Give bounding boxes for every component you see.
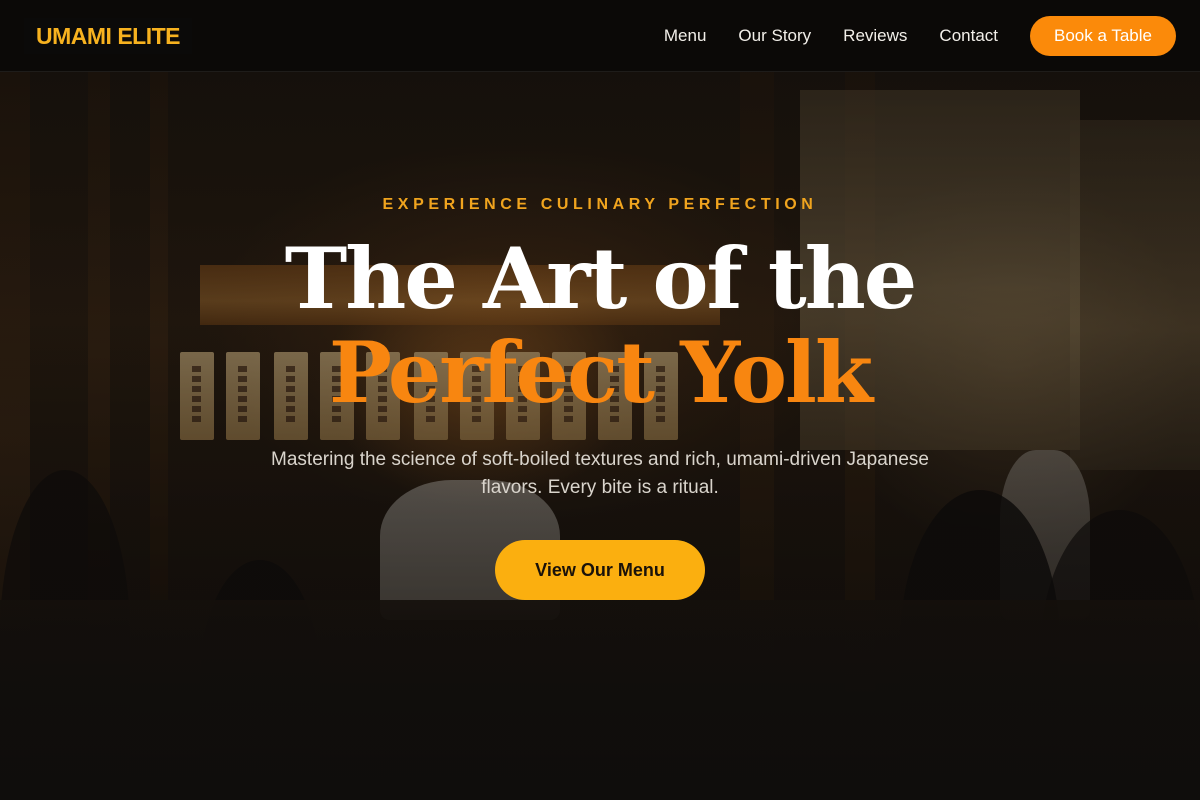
nav-link-contact[interactable]: Contact	[939, 26, 998, 46]
brand-logo[interactable]: UMAMI ELITE	[24, 18, 192, 54]
hero-headline-line-1: The Art of the	[284, 229, 917, 328]
hero-headline: The Art of the Perfect Yolk	[0, 232, 1200, 420]
hero-subtitle: Mastering the science of soft-boiled tex…	[271, 449, 929, 498]
main-nav: Menu Our Story Reviews Contact Book a Ta…	[664, 0, 1176, 72]
nav-link-our-story[interactable]: Our Story	[738, 26, 811, 46]
landing-page: UMAMI ELITE Menu Our Story Reviews Conta…	[0, 0, 1200, 800]
view-our-menu-button[interactable]: View Our Menu	[495, 540, 705, 600]
nav-link-menu[interactable]: Menu	[664, 26, 707, 46]
site-header: UMAMI ELITE Menu Our Story Reviews Conta…	[0, 0, 1200, 72]
nav-link-reviews[interactable]: Reviews	[843, 26, 907, 46]
hero-section: EXPERIENCE CULINARY PERFECTION The Art o…	[0, 72, 1200, 600]
book-a-table-button[interactable]: Book a Table	[1030, 16, 1176, 56]
hero-headline-line-2: Perfect Yolk	[328, 323, 873, 422]
hero-eyebrow: EXPERIENCE CULINARY PERFECTION	[382, 196, 818, 213]
